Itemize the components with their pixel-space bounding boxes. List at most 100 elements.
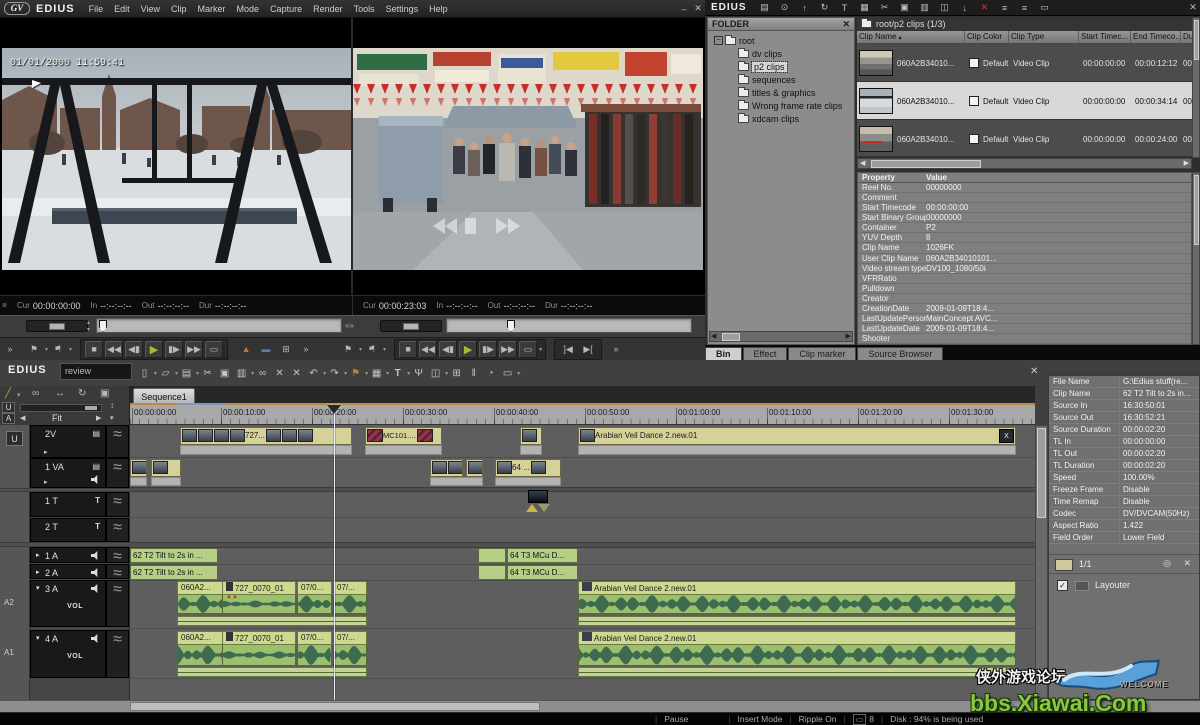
ffwd-button[interactable]: ▶▶ [185,341,203,358]
layouter-label[interactable]: Layouter [1095,580,1130,590]
zoom-fit-label[interactable]: Fit [52,413,62,423]
next-frame-button[interactable]: ▮▶ [165,341,183,358]
title-icon[interactable]: T [95,496,100,505]
pen-tool-icon[interactable]: ╱ [5,388,11,399]
title-icon[interactable]: T [95,522,100,531]
speaker-icon[interactable] [91,475,100,484]
menu-render[interactable]: Render [313,4,343,14]
zoom-slider-handle[interactable] [85,406,97,410]
chevron-down-icon[interactable]: ▾ [359,346,362,353]
group-mode-icon[interactable]: ▣ [100,388,109,399]
timeline-clip-arabian-video[interactable]: Arabian Veil Dance 2.new.01 X [578,427,1016,445]
scroll-right-icon[interactable]: ▶ [1184,159,1189,167]
chevron-down-icon[interactable]: ▾ [110,414,114,422]
a-toggle-button[interactable]: A [2,413,15,424]
audio-clip-64t3[interactable]: 64 T3 MCu D... [507,548,578,563]
chevron-down-icon[interactable]: ▾ [45,346,48,353]
curve-cell[interactable]: ≈ [106,547,129,563]
clip-mixer-strip[interactable] [130,477,147,486]
audio-clip-name[interactable]: 07/0... [297,631,332,645]
search-icon[interactable]: ⊙ [775,2,795,13]
audio-clip-name[interactable]: Arabian Veil Dance 2.new.01 [578,581,1016,595]
audio-clip-name[interactable]: 727_0070_01 [222,631,296,645]
tree-item-dv-clips[interactable]: dv clips [714,47,854,60]
minimize-icon[interactable]: – [677,4,691,14]
tree-item-root[interactable]: −root [714,34,854,47]
chevron-expand-icon[interactable]: » [607,341,625,358]
trim-in-button[interactable]: ]◀ [559,341,577,358]
scroll-left-icon[interactable]: ◀ [860,159,865,167]
open-project-icon[interactable]: ▱ [157,368,174,379]
audio-clip-name[interactable]: 07/... [333,631,367,645]
playhead-handle[interactable] [327,405,341,414]
multicam-grid-icon[interactable]: ⊞ [277,341,295,358]
volume-lane[interactable] [177,667,367,677]
transition-mark-icon[interactable] [538,504,550,512]
stop-button[interactable]: ■ [85,341,103,358]
player-monitor-icon[interactable]: ▭ [205,341,223,358]
audio-clip-62t2[interactable]: 62 T2 Tilt to 2s in ... [130,548,218,563]
video-icon[interactable]: ▤ [92,429,100,438]
rec-position-slider[interactable] [446,318,692,333]
bin-clip-row[interactable]: 060A2B34010... Default Video Clip 00:00:… [857,120,1192,157]
menu-tools[interactable]: Tools [354,4,375,14]
source-position-handle[interactable] [99,320,107,332]
loop-range-icon[interactable]: «» [345,321,354,330]
close-icon[interactable]: ✕ [1030,366,1038,377]
scroll-thumb[interactable] [722,333,740,341]
timeline-clip[interactable] [130,459,147,477]
delete-icon[interactable]: ✕ [975,2,995,13]
paste-icon[interactable]: ▥ [233,368,250,379]
menu-marker[interactable]: Marker [198,4,226,14]
track-header-2t[interactable]: 2 TT [30,518,106,542]
bin-hscrollbar[interactable]: ◀ ▶ [857,158,1192,169]
expand-icon[interactable]: ▸ [44,478,48,486]
video-icon[interactable]: ▤ [92,462,100,471]
refresh-icon[interactable]: ↻ [815,2,835,13]
track-header-1a[interactable]: ▸1 A [30,547,106,563]
trim-out-button[interactable]: ▶[ [579,341,597,358]
audio-waveform[interactable] [578,645,1016,665]
close-icon[interactable]: ✕ [842,19,850,29]
audio-waveform[interactable] [297,645,332,665]
chevron-down-icon[interactable]: ▾ [17,391,21,399]
status-ripple[interactable]: Ripple On [799,714,837,724]
timeline-clip-small[interactable] [520,427,542,445]
u-toggle-button[interactable]: U [2,402,15,413]
title-track-clip[interactable] [528,490,548,503]
source-position-slider[interactable] [96,318,342,333]
close-icon[interactable]: ✕ [1186,2,1200,13]
status-insert-mode[interactable]: Insert Mode [738,714,783,724]
timeline-hscrollbar[interactable] [0,700,1200,712]
rewind-button[interactable]: ◀◀ [105,341,123,358]
track-header-1va[interactable]: 1 VA▤▸ [30,458,106,488]
set-in-button[interactable]: ⚑ [339,341,357,358]
copy-icon[interactable]: ▣ [216,368,233,379]
mixer-icon[interactable]: ‖ [465,368,482,379]
set-in-button[interactable]: ⚑ [25,341,43,358]
curve-cell[interactable]: ≈ [106,580,129,627]
vol-button[interactable]: VOL [67,653,83,660]
menu-capture[interactable]: Capture [270,4,302,14]
clock-icon[interactable]: ◔ [482,368,499,379]
shuttle-handle[interactable] [403,323,419,330]
timeline-clip[interactable] [151,459,181,477]
overwrite-to-timeline-button[interactable]: ▬ [257,341,275,358]
u-track-button[interactable]: U [6,431,23,446]
collapse-icon[interactable]: − [714,36,723,45]
audio-clip-name[interactable]: 07/0... [297,581,332,595]
col-duration[interactable]: Dur... [1181,31,1192,43]
bin-clip-row[interactable]: 060A2B34010... Default Video Clip 00:00:… [857,44,1192,82]
prev-frame-button[interactable]: ◀▮ [125,341,143,358]
play-button[interactable]: ▶ [459,341,477,358]
add-marker-icon[interactable]: ⚑ [347,368,364,379]
speaker-icon[interactable] [91,634,100,643]
undo-icon[interactable]: ↶ [305,368,322,379]
expand-icon[interactable]: ▸ [36,551,40,559]
transition-mark-icon[interactable] [526,504,538,512]
col-end-timecode[interactable]: End Timeco... [1131,31,1181,43]
copy-icon[interactable]: ▣ [895,2,915,13]
next-frame-button[interactable]: ▮▶ [479,341,497,358]
track-header-4a[interactable]: ▾4 AVOL [30,630,106,678]
folder-hscrollbar[interactable]: ◀ ▶ [709,331,853,342]
